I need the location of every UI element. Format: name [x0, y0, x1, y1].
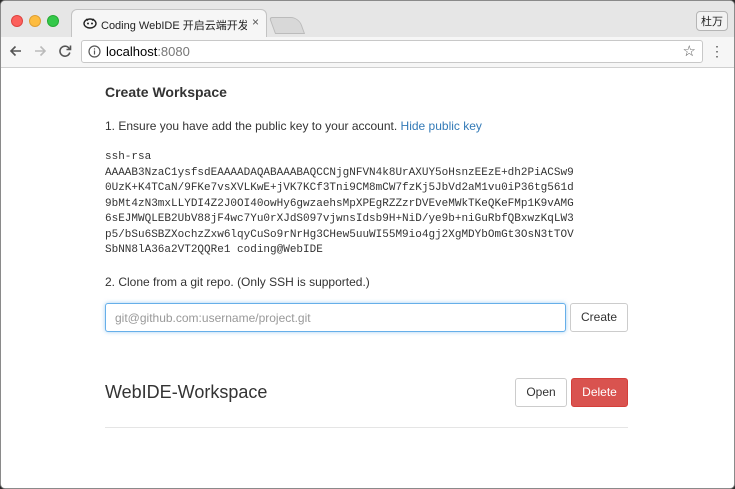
- profile-button[interactable]: 杜万: [696, 11, 728, 31]
- vertical-dots-icon[interactable]: ⋮: [710, 42, 724, 60]
- info-circle-icon[interactable]: [88, 45, 101, 58]
- page-title: Create Workspace: [105, 84, 227, 100]
- zoom-window-button[interactable]: [47, 15, 59, 27]
- step-two-text: 2. Clone from a git repo. (Only SSH is s…: [105, 275, 370, 289]
- step-one-text: 1. Ensure you have add the public key to…: [105, 119, 398, 133]
- tab-close-icon[interactable]: ×: [252, 15, 259, 29]
- back-arrow-icon[interactable]: [7, 42, 25, 60]
- title-bar: Coding WebIDE 开启云端开发模式 × 杜万: [1, 1, 734, 38]
- page-content: Create Workspace 1. Ensure you have add …: [1, 68, 734, 488]
- reload-icon[interactable]: [56, 42, 74, 60]
- forward-arrow-icon[interactable]: [31, 42, 49, 60]
- star-icon[interactable]: ☆: [683, 42, 696, 60]
- browser-tab[interactable]: Coding WebIDE 开启云端开发模式 ×: [71, 9, 267, 38]
- close-window-button[interactable]: [11, 15, 23, 27]
- minimize-window-button[interactable]: [29, 15, 41, 27]
- browser-window: Coding WebIDE 开启云端开发模式 × 杜万 localhost:80…: [0, 0, 735, 489]
- open-button[interactable]: Open: [515, 378, 567, 407]
- url-host: localhost: [106, 44, 158, 59]
- divider: [105, 427, 628, 428]
- browser-toolbar: localhost:8080 ☆ ⋮: [1, 37, 734, 68]
- delete-button[interactable]: Delete: [571, 378, 628, 407]
- coding-logo-icon: [83, 18, 97, 29]
- tab-title: Coding WebIDE 开启云端开发模式: [101, 20, 247, 32]
- hide-public-key-link[interactable]: Hide public key: [401, 119, 482, 133]
- address-bar[interactable]: localhost:8080 ☆: [81, 40, 703, 63]
- url-port: :8080: [157, 44, 190, 59]
- new-tab-button[interactable]: [268, 17, 306, 34]
- create-button[interactable]: Create: [570, 303, 628, 332]
- git-repo-input[interactable]: [105, 303, 566, 332]
- public-key-text: ssh-rsa AAAAB3NzaC1ysfsdEAAAADAQABAAABAQ…: [105, 151, 574, 256]
- url-text: localhost:8080: [106, 44, 190, 59]
- workspace-name: WebIDE-Workspace: [105, 382, 268, 402]
- step-one: 1. Ensure you have add the public key to…: [105, 119, 482, 133]
